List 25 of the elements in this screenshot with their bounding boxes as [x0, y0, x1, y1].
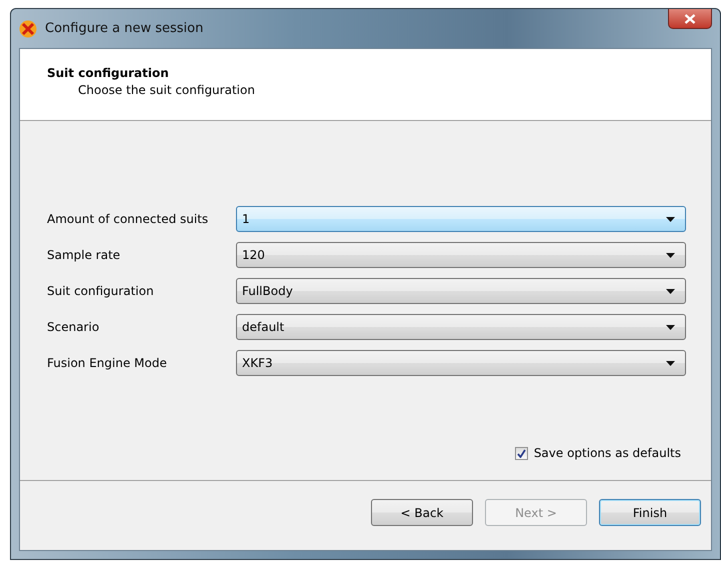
caret-icon — [666, 252, 675, 258]
caret-icon — [666, 324, 675, 330]
checkbox[interactable] — [514, 446, 528, 460]
window-title: Configure a new session — [45, 21, 204, 36]
dialog-button[interactable]: Finish — [599, 499, 701, 526]
close-button[interactable] — [668, 9, 712, 29]
dialog-button[interactable]: < Back — [371, 499, 473, 526]
caret-icon — [666, 288, 675, 294]
field-label: Amount of connected suits — [47, 212, 210, 226]
app-icon — [19, 20, 37, 38]
page-subtitle: Choose the suit configuration — [78, 83, 256, 97]
field-label: Fusion Engine Mode — [47, 356, 168, 370]
dropdown[interactable]: 120 — [236, 242, 686, 268]
caret-icon — [666, 216, 675, 222]
dropdown[interactable]: 1 — [236, 206, 686, 232]
dropdown[interactable]: FullBody — [236, 278, 686, 304]
dropdown[interactable]: XKF3 — [236, 350, 686, 376]
caret-icon — [666, 360, 675, 366]
checkbox-label: Save options as defaults — [534, 446, 681, 460]
field-label: Suit configuration — [47, 284, 155, 298]
page-title: Suit configuration — [47, 66, 170, 80]
field-label: Sample rate — [47, 248, 122, 262]
field-label: Scenario — [47, 320, 100, 334]
dropdown[interactable]: default — [236, 314, 686, 340]
close-icon — [684, 14, 696, 24]
